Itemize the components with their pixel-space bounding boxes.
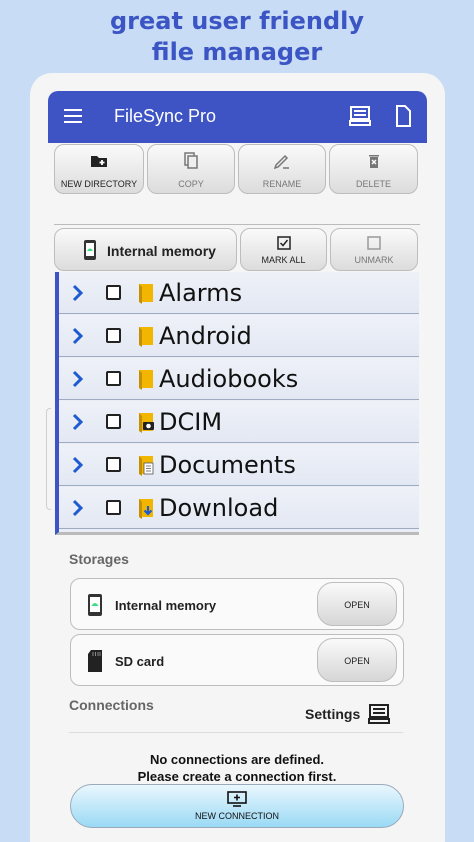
chevron-right-icon[interactable] (71, 412, 85, 432)
list-item[interactable]: Android (59, 315, 419, 357)
list-item[interactable]: Download (59, 487, 419, 529)
item-name: Documents (159, 451, 296, 479)
storage-name: Internal memory (115, 598, 217, 613)
app-title: FileSync Pro (114, 106, 217, 126)
open-internal-button[interactable]: OPEN (317, 582, 397, 626)
settings-label: Settings (305, 706, 361, 722)
rename-button[interactable]: RENAME (238, 144, 326, 194)
new-connection-label: NEW CONNECTION (195, 811, 279, 821)
rename-label: RENAME (262, 179, 302, 189)
storage-card-internal: Internal memory OPEN (70, 578, 404, 630)
pencil-icon (273, 154, 289, 170)
list-item[interactable]: Documents (59, 444, 419, 486)
folder-icon (139, 284, 153, 304)
item-name: Android (159, 322, 252, 350)
storage-name: SD card (115, 654, 165, 669)
chevron-right-icon[interactable] (71, 498, 85, 518)
mark-all-label: MARK ALL (261, 255, 306, 265)
camera-folder-icon (139, 413, 154, 433)
list-item[interactable]: Audiobooks (59, 358, 419, 400)
list-item[interactable]: Alarms (59, 272, 419, 314)
computer-icon[interactable] (349, 105, 371, 127)
download-folder-icon (139, 499, 153, 519)
connections-divider (69, 732, 403, 733)
documents-folder-icon (139, 456, 154, 476)
empty-box-icon (367, 236, 381, 250)
new-directory-button[interactable]: NEW DIRECTORY (54, 144, 144, 194)
computer-icon (368, 704, 390, 724)
storage-selector-button[interactable]: Internal memory (54, 228, 237, 271)
trash-icon (368, 155, 379, 168)
add-monitor-icon (227, 791, 247, 807)
chevron-right-icon[interactable] (71, 369, 85, 389)
chevron-right-icon[interactable] (71, 283, 85, 303)
chevron-right-icon[interactable] (71, 455, 85, 475)
mark-all-button[interactable]: MARK ALL (240, 228, 327, 271)
connections-heading: Connections (69, 697, 154, 713)
file-toolbar: NEW DIRECTORY COPY RENAME DELETE (54, 144, 420, 196)
item-name: Download (159, 494, 279, 522)
folder-icon (139, 370, 153, 390)
unmark-label: UNMARK (354, 255, 394, 265)
document-icon[interactable] (395, 105, 411, 127)
empty-message-line-1: No connections are defined. (149, 752, 325, 767)
file-list: Alarms Android Audiobooks DCIM Documents… (55, 272, 419, 535)
item-checkbox[interactable] (106, 414, 121, 429)
storages-heading: Storages (69, 551, 129, 567)
phone-icon (84, 240, 96, 260)
new-directory-label: NEW DIRECTORY (60, 179, 138, 189)
new-folder-icon (91, 156, 107, 167)
chevron-right-icon[interactable] (71, 326, 85, 346)
promo-line-1: great user friendly (109, 7, 365, 35)
checked-box-icon (276, 236, 291, 250)
item-checkbox[interactable] (106, 500, 121, 515)
hamburger-menu-icon[interactable] (64, 109, 82, 123)
storage-selector-label: Internal memory (107, 243, 216, 259)
empty-message-line-2: Please create a connection first. (137, 769, 337, 784)
empty-connections-message: No connections are defined. Please creat… (60, 751, 414, 785)
delete-button[interactable]: DELETE (329, 144, 418, 194)
folder-icon (139, 327, 153, 347)
list-item[interactable]: DCIM (59, 401, 419, 443)
sd-card-icon (88, 650, 102, 672)
delete-label: DELETE (355, 179, 391, 189)
toolbar-divider (54, 224, 420, 225)
unmark-button[interactable]: UNMARK (330, 228, 418, 271)
copy-label: COPY (178, 179, 204, 189)
app-bar: FileSync Pro (48, 91, 427, 143)
promo-line-2: file manager (151, 38, 323, 66)
item-checkbox[interactable] (106, 285, 121, 300)
item-name: DCIM (159, 408, 223, 436)
drawer-edge-handle[interactable] (46, 408, 51, 510)
promo-heading: great user friendly file manager (0, 6, 474, 68)
phone-icon (88, 594, 102, 616)
new-connection-button[interactable]: NEW CONNECTION (70, 784, 404, 828)
item-checkbox[interactable] (106, 371, 121, 386)
item-checkbox[interactable] (106, 457, 121, 472)
storage-card-sd: SD card OPEN (70, 634, 404, 686)
selection-bar: Internal memory MARK ALL UNMARK (54, 228, 420, 272)
item-checkbox[interactable] (106, 328, 121, 343)
open-sd-card-button[interactable]: OPEN (317, 638, 397, 682)
copy-button[interactable]: COPY (147, 144, 235, 194)
item-name: Audiobooks (159, 365, 299, 393)
copy-icon (184, 152, 198, 169)
item-name: Alarms (159, 279, 243, 307)
